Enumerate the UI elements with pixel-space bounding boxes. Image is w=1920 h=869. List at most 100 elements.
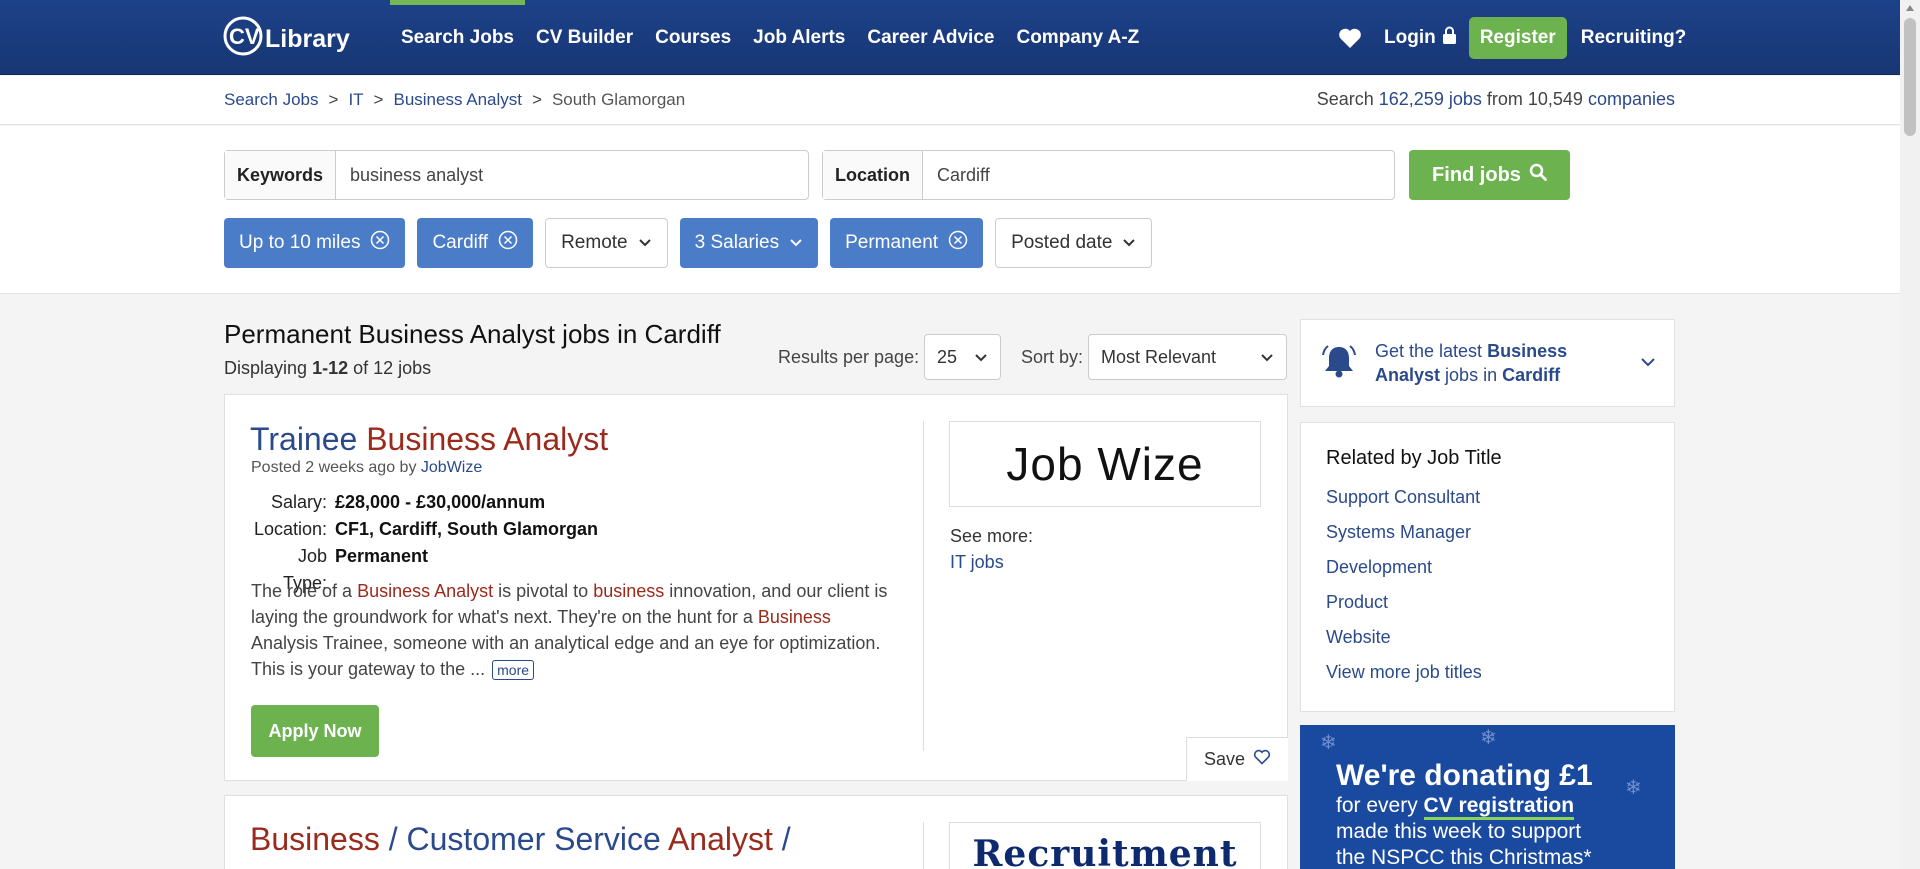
close-circle-icon[interactable]	[948, 230, 968, 256]
keywords-label: Keywords	[225, 151, 337, 199]
filter-job-type[interactable]: Permanent	[830, 218, 984, 268]
chevron-down-icon	[1640, 354, 1656, 372]
promo-line: the NSPCC this Christmas*	[1336, 846, 1592, 869]
location-label: Location	[823, 151, 923, 199]
job-alert-box[interactable]: Get the latest Business Analyst jobs in …	[1300, 319, 1675, 407]
desc-highlight: Business	[757, 607, 831, 627]
login-label: Login	[1384, 27, 1436, 48]
related-link[interactable]: Development	[1326, 550, 1649, 585]
related-link[interactable]: Website	[1326, 620, 1649, 655]
scroll-up-arrow-icon[interactable]	[1906, 5, 1914, 11]
job-title-link[interactable]: Trainee Business Analyst	[250, 420, 608, 458]
filter-posted-date[interactable]: Posted date	[995, 218, 1153, 268]
desc-highlight: Business Analyst	[357, 581, 494, 601]
filter-distance[interactable]: Up to 10 miles	[224, 218, 406, 268]
filter-location[interactable]: Cardiff	[417, 218, 534, 268]
chevron-down-icon	[638, 232, 652, 254]
job-card: Trainee Business Analyst Posted 2 weeks …	[224, 394, 1288, 781]
job-title-part: Trainee	[250, 421, 367, 457]
job-title-link[interactable]: Business / Customer Service Analyst /	[250, 820, 791, 858]
filter-chips: Up to 10 miles Cardiff Remote 3 Salaries…	[224, 218, 1153, 268]
company-logo[interactable]: Recruitment	[949, 822, 1261, 869]
nav-search-jobs[interactable]: Search Jobs	[390, 0, 525, 75]
saved-jobs-heart-icon[interactable]	[1338, 24, 1366, 52]
main-nav: Search Jobs CV Builder Courses Job Alert…	[390, 0, 1150, 75]
card-divider	[923, 822, 924, 869]
desc-text: The role of a	[251, 581, 358, 601]
stats-jobs-link[interactable]: 162,259 jobs	[1379, 89, 1482, 109]
job-posted-info: Posted 2 weeks ago by JobWize	[251, 459, 482, 477]
nav-career-advice[interactable]: Career Advice	[856, 0, 1005, 75]
nav-company-a-z[interactable]: Company A-Z	[1005, 0, 1150, 75]
svg-text:Library: Library	[265, 25, 350, 53]
scrollbar-thumb[interactable]	[1904, 18, 1916, 136]
related-job-titles: Related by Job Title Support Consultant …	[1300, 422, 1675, 712]
job-card: Business / Customer Service Analyst / Re…	[224, 795, 1288, 869]
breadcrumb-separator: >	[373, 90, 384, 109]
location-meta-value: CF1, Cardiff, South Glamorgan	[335, 519, 599, 539]
save-job-button[interactable]: Save	[1186, 737, 1288, 781]
company-logo[interactable]: Job Wize	[949, 421, 1261, 507]
see-more-it-jobs-link[interactable]: IT jobs	[950, 552, 1004, 572]
alert-location: Cardiff	[1502, 365, 1561, 385]
keywords-input[interactable]: business analyst	[336, 151, 808, 199]
view-more-job-titles-link[interactable]: View more job titles	[1326, 655, 1649, 690]
nav-cv-builder[interactable]: CV Builder	[525, 0, 644, 75]
find-jobs-button[interactable]: Find jobs	[1409, 150, 1570, 200]
filter-remote[interactable]: Remote	[545, 218, 668, 268]
page-scrollbar[interactable]	[1900, 0, 1920, 869]
location-meta-label: Location:	[253, 519, 327, 539]
login-link[interactable]: Login	[1384, 26, 1457, 51]
location-input[interactable]: Cardiff	[923, 151, 1394, 199]
apply-now-button[interactable]: Apply Now	[251, 705, 379, 757]
job-type-value: Permanent	[335, 546, 429, 566]
svg-text:CV: CV	[229, 24, 260, 49]
sort-by-select[interactable]: Most Relevant	[1088, 334, 1287, 380]
desc-text: Analysis Trainee, someone with an analyt…	[251, 633, 881, 679]
save-label: Save	[1203, 749, 1246, 769]
snowflake-icon: ❄	[1480, 727, 1497, 749]
breadcrumb-search-jobs[interactable]: Search Jobs	[224, 90, 319, 110]
stats-companies-link[interactable]: companies	[1588, 89, 1675, 109]
heart-outline-icon	[1253, 749, 1271, 770]
nspcc-promo-banner[interactable]: ❄ ❄ ❄ We're donating £1 for every CV reg…	[1300, 725, 1675, 869]
site-header: CV Library Search Jobs CV Builder Course…	[0, 0, 1900, 75]
close-circle-icon[interactable]	[498, 230, 518, 256]
job-company-link[interactable]: JobWize	[421, 459, 482, 476]
job-title-highlight: Business Analyst	[366, 421, 609, 457]
related-link[interactable]: Systems Manager	[1326, 515, 1649, 550]
results-per-page-select[interactable]: 25	[924, 334, 1001, 380]
alert-middle: jobs in	[1445, 365, 1498, 385]
search-icon	[1529, 163, 1547, 187]
job-title-highlight: Analyst	[667, 821, 773, 857]
more-button[interactable]: more	[492, 660, 535, 680]
desc-highlight: business	[593, 581, 665, 601]
job-description: The role of a Business Analyst is pivota…	[251, 578, 901, 682]
nav-courses[interactable]: Courses	[644, 0, 742, 75]
nav-job-alerts[interactable]: Job Alerts	[742, 0, 856, 75]
breadcrumb-business-analyst[interactable]: Business Analyst	[393, 90, 522, 110]
filter-job-type-label: Permanent	[845, 232, 939, 253]
filter-remote-label: Remote	[561, 232, 628, 253]
keywords-field[interactable]: Keywords business analyst	[224, 150, 809, 200]
location-field[interactable]: Location Cardiff	[822, 150, 1395, 200]
job-title-highlight: Business	[250, 821, 380, 857]
cv-library-logo[interactable]: CV Library	[221, 11, 361, 61]
stats-prefix: Search	[1316, 89, 1374, 109]
job-title-part: / Customer Service	[379, 821, 668, 857]
related-link[interactable]: Product	[1326, 585, 1649, 620]
promo-line2-prefix: for every	[1336, 794, 1418, 817]
recruiting-link[interactable]: Recruiting?	[1581, 27, 1687, 49]
filter-salaries[interactable]: 3 Salaries	[679, 218, 819, 268]
breadcrumb: Search Jobs > IT > Business Analyst > So…	[224, 90, 685, 110]
filter-distance-label: Up to 10 miles	[239, 232, 361, 253]
close-circle-icon[interactable]	[370, 230, 390, 256]
related-link[interactable]: Support Consultant	[1326, 480, 1649, 515]
register-button[interactable]: Register	[1468, 17, 1567, 59]
breadcrumb-it[interactable]: IT	[348, 90, 363, 110]
chevron-down-icon	[1122, 232, 1136, 254]
results-count-suffix: of 12 jobs	[353, 358, 432, 378]
alert-prefix: Get the latest	[1375, 341, 1483, 361]
results-count-range: 1-12	[312, 358, 349, 378]
breadcrumb-current: South Glamorgan	[551, 90, 686, 109]
